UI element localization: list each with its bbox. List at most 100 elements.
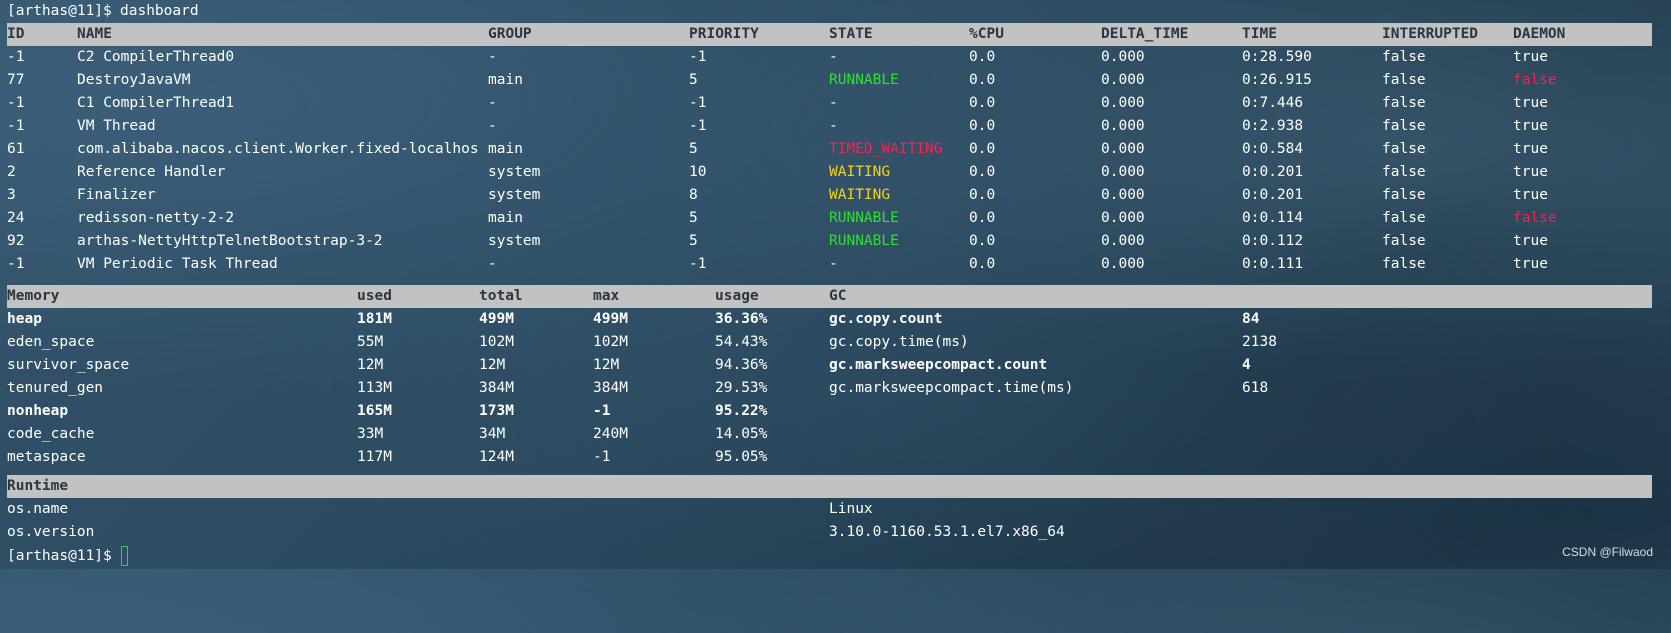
col-header-interrupted: INTERRUPTED (1382, 26, 1479, 42)
memory-table-header: Memory used total max usage GC (0, 285, 1671, 307)
memory-usage: 94.36% (715, 357, 768, 373)
thread-name: VM Periodic Task Thread (77, 256, 278, 272)
memory-used: 12M (357, 357, 384, 373)
thread-daemon: true (1513, 256, 1548, 272)
thread-row: -1 C2 CompilerThread0 - -1 - 0.0 0.000 0… (0, 46, 1671, 68)
thread-cpu: 0.0 (969, 164, 996, 180)
thread-row: 61 com.alibaba.nacos.client.Worker.fixed… (0, 138, 1671, 160)
thread-cpu: 0.0 (969, 210, 996, 226)
gc-value: 618 (1242, 380, 1269, 396)
thread-group: - (488, 256, 497, 272)
memory-used: 117M (357, 449, 392, 465)
thread-name: redisson-netty-2-2 (77, 210, 235, 226)
memory-usage: 29.53% (715, 380, 768, 396)
thread-id: 24 (7, 210, 25, 226)
prompt-line[interactable]: [arthas@11]$ (0, 545, 1671, 567)
memory-max: 102M (593, 334, 628, 350)
runtime-value: Linux (829, 501, 873, 517)
thread-name: arthas-NettyHttpTelnetBootstrap-3-2 (77, 233, 383, 249)
thread-priority: -1 (689, 95, 707, 111)
memory-max: 240M (593, 426, 628, 442)
gc-value: 84 (1242, 311, 1260, 327)
col-header-used: used (357, 288, 392, 304)
thread-cpu: 0.0 (969, 49, 996, 65)
memory-name: tenured_gen (7, 380, 104, 396)
memory-total: 173M (479, 403, 514, 419)
thread-delta-time: 0.000 (1101, 118, 1145, 134)
thread-time: 0:2.938 (1242, 118, 1304, 134)
thread-delta-time: 0.000 (1101, 233, 1145, 249)
thread-id: -1 (7, 118, 25, 134)
runtime-key: os.name (7, 501, 69, 517)
memory-total: 384M (479, 380, 514, 396)
thread-daemon: false (1513, 72, 1557, 88)
memory-row: nonheap 165M 173M -1 95.22% (0, 400, 1671, 422)
memory-row: tenured_gen 113M 384M 384M 29.53% gc.mar… (0, 377, 1671, 399)
command-line: [arthas@11]$ dashboard (0, 0, 1671, 22)
thread-group: system (488, 164, 541, 180)
col-header-daemon: DAEMON (1513, 26, 1566, 42)
text-cursor[interactable] (121, 546, 128, 566)
thread-cpu: 0.0 (969, 118, 996, 134)
thread-cpu: 0.0 (969, 141, 996, 157)
thread-priority: -1 (689, 256, 707, 272)
thread-group: main (488, 141, 523, 157)
memory-max: 12M (593, 357, 620, 373)
thread-time: 0:0.114 (1242, 210, 1304, 226)
memory-usage: 95.05% (715, 449, 768, 465)
memory-name: metaspace (7, 449, 86, 465)
memory-max: -1 (593, 403, 611, 419)
thread-group: - (488, 49, 497, 65)
thread-cpu: 0.0 (969, 187, 996, 203)
thread-interrupted: false (1382, 210, 1426, 226)
runtime-value: 3.10.0-1160.53.1.el7.x86_64 (829, 524, 1065, 540)
gc-key: gc.marksweepcompact.time(ms) (829, 380, 1074, 396)
thread-interrupted: false (1382, 95, 1426, 111)
thread-interrupted: false (1382, 141, 1426, 157)
thread-time: 0:0.584 (1242, 141, 1304, 157)
memory-usage: 95.22% (715, 403, 768, 419)
memory-row: metaspace 117M 124M -1 95.05% (0, 446, 1671, 468)
thread-state: - (829, 256, 838, 272)
thread-priority: 8 (689, 187, 698, 203)
gc-value: 2138 (1242, 334, 1277, 350)
terminal-window[interactable]: [arthas@11]$ dashboard ID NAME GROUP PRI… (0, 0, 1671, 569)
thread-time: 0:0.112 (1242, 233, 1304, 249)
thread-name: Reference Handler (77, 164, 226, 180)
thread-interrupted: false (1382, 72, 1426, 88)
gc-key: gc.copy.time(ms) (829, 334, 969, 350)
thread-id: 3 (7, 187, 16, 203)
thread-daemon: false (1513, 210, 1557, 226)
memory-row: code_cache 33M 34M 240M 14.05% (0, 423, 1671, 445)
thread-interrupted: false (1382, 49, 1426, 65)
thread-priority: -1 (689, 118, 707, 134)
thread-priority: 5 (689, 210, 698, 226)
memory-used: 165M (357, 403, 392, 419)
thread-cpu: 0.0 (969, 72, 996, 88)
gc-key: gc.copy.count (829, 311, 943, 327)
memory-row: eden_space 55M 102M 102M 54.43% gc.copy.… (0, 331, 1671, 353)
memory-usage: 54.43% (715, 334, 768, 350)
thread-state: WAITING (829, 164, 891, 180)
thread-group: main (488, 210, 523, 226)
thread-interrupted: false (1382, 233, 1426, 249)
thread-priority: -1 (689, 49, 707, 65)
col-header-total: total (479, 288, 523, 304)
thread-row: -1 C1 CompilerThread1 - -1 - 0.0 0.000 0… (0, 92, 1671, 114)
thread-group: system (488, 187, 541, 203)
thread-state: - (829, 118, 838, 134)
col-header-id: ID (7, 26, 25, 42)
thread-state: RUNNABLE (829, 72, 899, 88)
command-text: dashboard (120, 3, 199, 19)
thread-priority: 10 (689, 164, 707, 180)
memory-max: 499M (593, 311, 628, 327)
thread-group: system (488, 233, 541, 249)
thread-priority: 5 (689, 141, 698, 157)
thread-time: 0:0.111 (1242, 256, 1304, 272)
thread-interrupted: false (1382, 256, 1426, 272)
thread-row: 2 Reference Handler system 10 WAITING 0.… (0, 161, 1671, 183)
memory-total: 102M (479, 334, 514, 350)
runtime-row: os.version 3.10.0-1160.53.1.el7.x86_64 (0, 521, 1671, 543)
gc-key: gc.marksweepcompact.count (829, 357, 1048, 373)
thread-name: C2 CompilerThread0 (77, 49, 235, 65)
